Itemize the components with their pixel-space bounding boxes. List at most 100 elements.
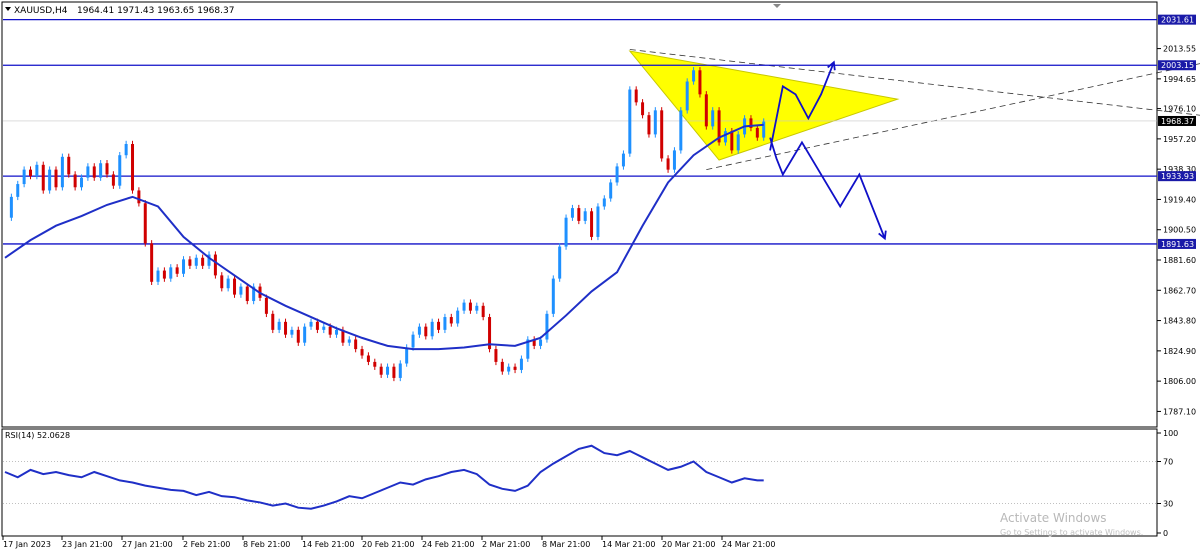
date-tick-label: 20 Mar 21:00: [662, 540, 715, 549]
candle-body: [679, 110, 683, 151]
price-tick-label: 1976.10: [1163, 105, 1196, 114]
candle-body: [437, 321, 441, 330]
candle-body: [137, 190, 141, 204]
candle-body: [335, 329, 339, 335]
candle-body: [379, 366, 383, 375]
candle-body: [188, 259, 192, 266]
candle-body: [373, 361, 377, 367]
date-tick-label: 27 Jan 21:00: [122, 540, 173, 549]
candle-body: [131, 144, 135, 191]
candle-body: [672, 150, 676, 170]
rsi-tick-label: 70: [1163, 458, 1173, 467]
candle-body: [539, 339, 543, 346]
candle-body: [245, 286, 249, 302]
candle-body: [507, 366, 511, 372]
candle-body: [481, 305, 485, 318]
candle-body: [277, 321, 281, 330]
watermark-title: Activate Windows: [1000, 511, 1107, 525]
price-tick-label: 1994.65: [1163, 75, 1196, 84]
candle-body: [309, 321, 313, 327]
candle-body: [48, 169, 52, 191]
candle-body: [755, 127, 759, 138]
candle-body: [99, 163, 103, 178]
candle-body: [80, 177, 84, 188]
candle-body: [468, 302, 472, 311]
candle-body: [16, 184, 20, 197]
candle-body: [666, 158, 670, 170]
symbol-label: XAUUSD,H4: [14, 6, 68, 16]
candle-body: [303, 326, 307, 343]
candle-body: [201, 257, 205, 266]
price-tick-label: 1824.90: [1163, 347, 1196, 356]
candle-body: [621, 153, 625, 167]
candle-body: [60, 156, 64, 188]
candle-body: [494, 349, 498, 362]
candle-body: [398, 363, 402, 378]
date-tick-label: 14 Feb 21:00: [302, 540, 354, 549]
candle-body: [239, 286, 243, 295]
candle-body: [475, 305, 479, 311]
candle-body: [360, 349, 364, 356]
price-tick-label: 1862.70: [1163, 286, 1196, 295]
rsi-tick-label: 0: [1163, 529, 1168, 538]
candle-body: [111, 174, 115, 186]
price-tick-label: 1806.00: [1163, 377, 1196, 386]
candle-body: [730, 131, 734, 151]
candle-body: [590, 211, 594, 237]
candle-body: [736, 134, 740, 151]
price-tick-label: 1957.20: [1163, 135, 1196, 144]
candle-body: [634, 89, 638, 103]
candle-body: [386, 366, 390, 375]
candle-body: [296, 329, 300, 343]
candle-body: [22, 169, 26, 185]
candle-body: [54, 169, 58, 188]
level-price-tag-label: 1891.63: [1161, 240, 1194, 249]
candle-body: [723, 131, 727, 143]
candle-body: [233, 278, 237, 295]
level-price-tag-label: 1933.93: [1161, 172, 1194, 181]
candle-body: [570, 208, 574, 218]
rsi-label: RSI(14) 52.0628: [5, 431, 70, 440]
candle-body: [29, 169, 33, 177]
candle-body: [290, 329, 294, 335]
candle-body: [417, 326, 421, 335]
candle-body: [213, 254, 217, 276]
candle-body: [685, 81, 689, 111]
candle-body: [182, 259, 186, 274]
candle-body: [86, 166, 90, 178]
date-tick-label: 2 Feb 21:00: [183, 540, 230, 549]
price-tick-label: 1919.40: [1163, 195, 1196, 204]
candle-body: [424, 326, 428, 337]
candle-body: [615, 166, 619, 183]
candle-body: [430, 321, 434, 337]
candle-body: [9, 196, 13, 218]
candle-body: [322, 326, 326, 330]
candle-body: [583, 211, 587, 221]
watermark-subtitle: Go to Settings to activate Windows.: [1000, 528, 1143, 537]
candle-body: [411, 334, 415, 348]
candle-body: [641, 102, 645, 116]
candle-body: [704, 94, 708, 127]
date-tick-label: 20 Feb 21:00: [362, 540, 414, 549]
candle-body: [551, 278, 555, 314]
candle-body: [564, 217, 568, 247]
candle-body: [653, 110, 657, 135]
candle-body: [284, 321, 288, 335]
candle-body: [347, 339, 351, 343]
candle-body: [67, 156, 71, 175]
candle-body: [366, 355, 370, 362]
date-tick-label: 2 Mar 21:00: [482, 540, 530, 549]
candle-body: [162, 270, 166, 279]
price-tick-label: 1900.50: [1163, 226, 1196, 235]
candle-body: [545, 313, 549, 340]
price-tick-label: 1787.10: [1163, 407, 1196, 416]
date-tick-label: 17 Jan 2023: [3, 540, 51, 549]
candle-body: [405, 347, 409, 364]
price-tick-label: 2013.55: [1163, 45, 1196, 54]
rsi-tick-label: 30: [1163, 500, 1173, 509]
candle-body: [150, 243, 154, 282]
candle-body: [92, 166, 96, 178]
date-tick-label: 14 Mar 21:00: [602, 540, 655, 549]
candle-body: [328, 326, 332, 335]
level-price-tag-label: 2031.61: [1161, 16, 1194, 25]
